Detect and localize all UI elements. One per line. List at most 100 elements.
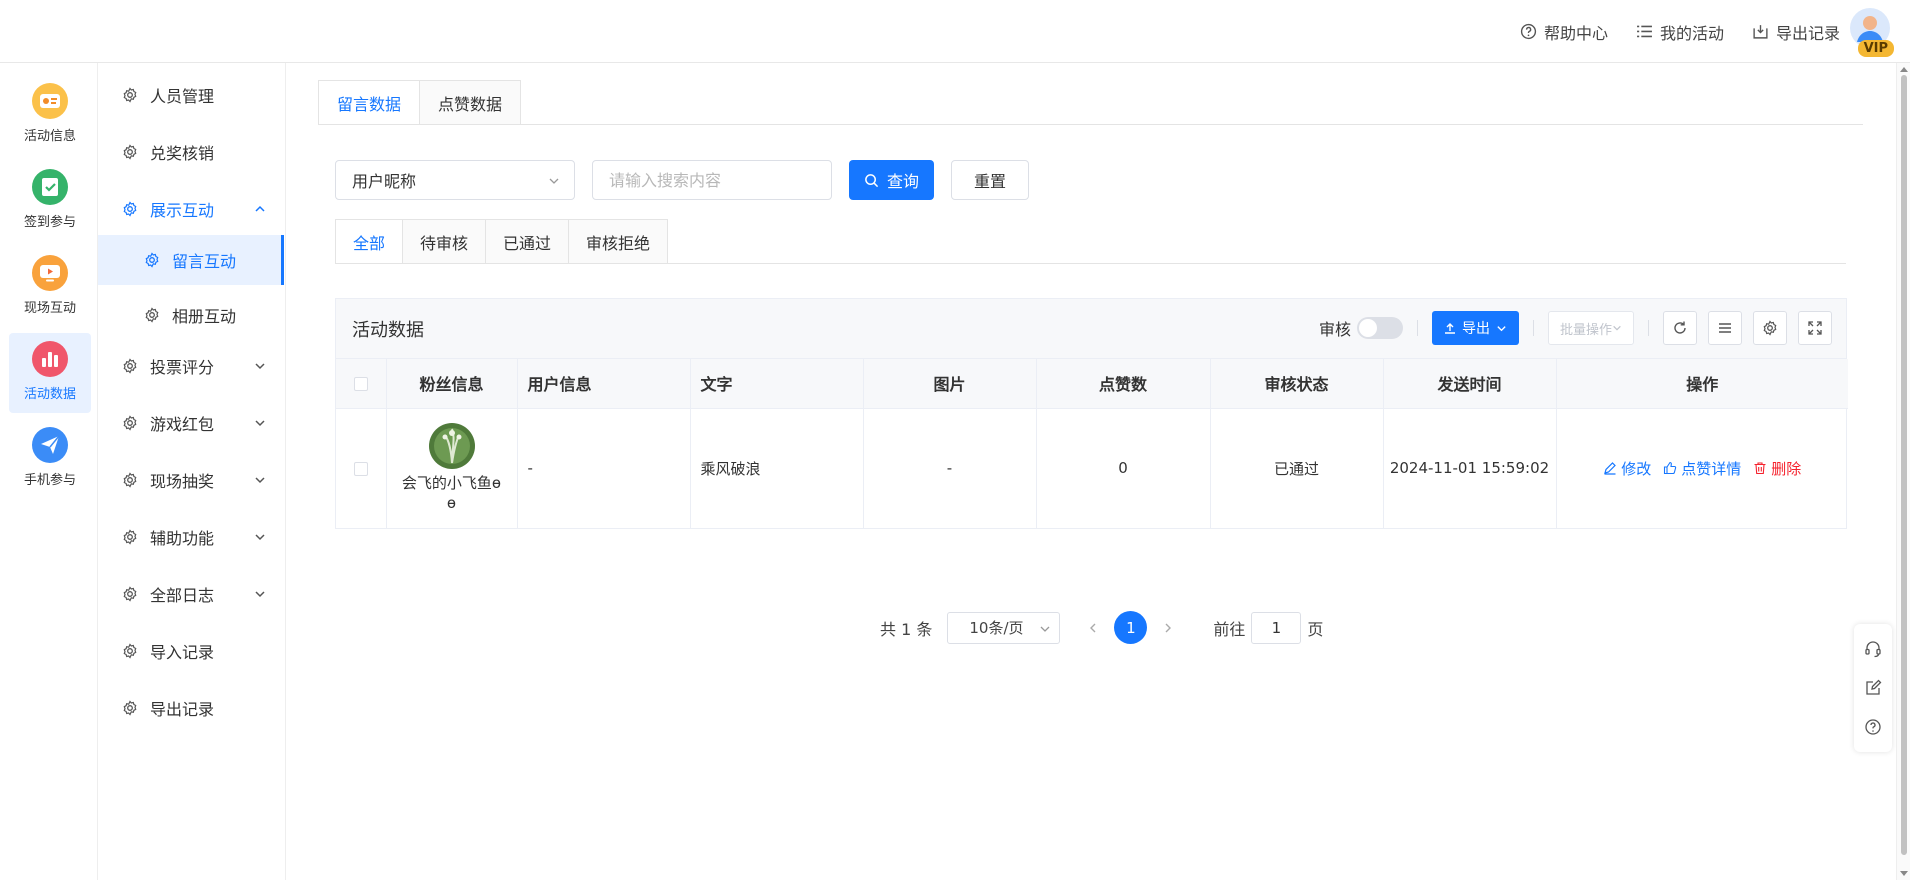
live-interaction-icon: [32, 255, 68, 291]
chevron-up-icon: [255, 205, 265, 212]
tab-like-data[interactable]: 点赞数据: [420, 80, 522, 125]
like-detail-button[interactable]: 点赞详情: [1663, 458, 1741, 479]
goto-prefix: 前往: [1213, 619, 1246, 639]
audit-switch-label: 审核: [1318, 320, 1351, 339]
chevron-down-icon: [1497, 325, 1506, 331]
gear-icon: [145, 307, 159, 323]
panel-title: 活动数据: [352, 319, 424, 341]
gear-icon: [123, 415, 137, 431]
floating-toolbar: [1854, 624, 1892, 752]
prev-page-button[interactable]: [1078, 622, 1108, 634]
scroll-down-arrow[interactable]: [1900, 871, 1908, 876]
gear-icon: [1763, 320, 1777, 336]
export-button[interactable]: 导出: [1431, 311, 1519, 345]
tab-message-data[interactable]: 留言数据: [318, 80, 421, 125]
rail-item-live-interaction[interactable]: 现场互动: [9, 247, 91, 327]
page-number-current[interactable]: 1: [1114, 611, 1148, 644]
tab-all[interactable]: 全部: [335, 219, 404, 264]
gear-icon: [123, 586, 137, 602]
goto-page-input[interactable]: [1251, 611, 1302, 644]
likes-cell: 0: [1036, 408, 1211, 528]
page-scrollbar[interactable]: [1896, 63, 1910, 880]
page-size-select[interactable]: 10条/页: [947, 611, 1061, 644]
operations-cell: 修改 点赞详情 删除: [1556, 408, 1848, 528]
table-header-row: 粉丝信息 用户信息 文字 图片 点赞数 审核状态 发送时间 操作: [336, 359, 1848, 409]
main-content: 留言数据 点赞数据 用户昵称 查询 重置 全部 待审核 已通过 审核拒绝 活动数…: [287, 63, 1910, 880]
menu-item-label: 留言互动: [172, 252, 237, 271]
chevron-down-icon: [255, 591, 265, 598]
feedback-edit-icon[interactable]: [1864, 679, 1882, 697]
my-activities-link[interactable]: 我的活动: [1636, 20, 1724, 44]
fan-nickname: 会飞的小飞鱼ɵ ɵ: [401, 474, 502, 513]
rail-item-mobile[interactable]: 手机参与: [9, 419, 91, 499]
gear-icon: [123, 358, 137, 374]
rail-item-activity-data[interactable]: 活动数据: [9, 333, 91, 413]
gear-icon: [123, 643, 137, 659]
select-all-checkbox[interactable]: [353, 377, 368, 392]
menu-item-lottery[interactable]: 现场抽奖: [98, 457, 284, 503]
column-header: 审核状态: [1210, 359, 1384, 409]
rail-item-activity-info[interactable]: 活动信息: [9, 75, 91, 155]
help-circle-icon[interactable]: [1864, 718, 1882, 736]
menu-item-display-interaction[interactable]: 展示互动: [98, 186, 284, 232]
trash-icon: [1754, 462, 1766, 475]
batch-operation-button[interactable]: 批量操作: [1547, 311, 1634, 345]
density-button[interactable]: [1708, 311, 1742, 345]
goto-suffix: 页: [1307, 619, 1324, 639]
paper-plane-icon: [32, 427, 68, 463]
next-page-button[interactable]: [1153, 622, 1183, 634]
edit-button[interactable]: 修改: [1603, 458, 1651, 479]
search-field-select[interactable]: 用户昵称: [335, 160, 575, 200]
column-header: 图片: [863, 359, 1037, 409]
refresh-button[interactable]: [1663, 311, 1697, 345]
edit-icon: [1604, 462, 1617, 475]
menu-item-personnel[interactable]: 人员管理: [98, 72, 284, 118]
rail-item-label: 签到参与: [23, 215, 76, 230]
headset-icon[interactable]: [1864, 640, 1882, 658]
delete-button[interactable]: 删除: [1753, 458, 1801, 479]
menu-item-redeem[interactable]: 兑奖核销: [98, 129, 284, 175]
column-settings-button[interactable]: [1753, 311, 1787, 345]
top-nav: 帮助中心 我的活动 导出记录: [1520, 0, 1840, 63]
my-activities-label: 我的活动: [1659, 23, 1724, 43]
reset-button[interactable]: 重置: [951, 160, 1030, 200]
rail-item-checkin[interactable]: 签到参与: [9, 161, 91, 241]
text-cell: 乘风破浪: [690, 408, 864, 528]
column-header: 用户信息: [517, 359, 691, 409]
chevron-left-icon: [1090, 623, 1096, 632]
scrollbar-thumb[interactable]: [1901, 75, 1907, 855]
audit-status-tabs: 全部 待审核 已通过 审核拒绝: [335, 219, 669, 264]
fullscreen-button[interactable]: [1798, 311, 1832, 345]
menu-item-import-records[interactable]: 导入记录: [98, 628, 284, 674]
bar-chart-icon: [32, 341, 68, 377]
menu-item-label: 导入记录: [150, 643, 215, 662]
scroll-up-arrow[interactable]: [1900, 67, 1908, 72]
row-checkbox[interactable]: [353, 461, 368, 476]
menu-item-auxiliary[interactable]: 辅助功能: [98, 514, 284, 560]
tab-pending[interactable]: 待审核: [403, 219, 487, 264]
menu-item-album-interaction[interactable]: 相册互动: [98, 290, 284, 340]
export-records-label: 导出记录: [1775, 23, 1840, 43]
export-records-link[interactable]: 导出记录: [1752, 20, 1840, 44]
total-count: 共 1 条: [880, 619, 933, 639]
menu-item-message-interaction[interactable]: 留言互动: [98, 235, 284, 285]
menu-item-game-redpacket[interactable]: 游戏红包: [98, 400, 284, 446]
menu-item-label: 展示互动: [150, 201, 215, 220]
menu-item-all-logs[interactable]: 全部日志: [98, 571, 284, 617]
audit-switch[interactable]: [1356, 317, 1403, 339]
menu-item-export-records[interactable]: 导出记录: [98, 685, 284, 731]
menu-item-voting[interactable]: 投票评分: [98, 343, 284, 389]
panel-toolbar: 审核 导出 批量操作: [1319, 311, 1832, 345]
data-panel: 活动数据 审核 导出 批量操作 粉丝信息 用户信息 文字 图片 点赞数 审核状态…: [335, 298, 1848, 529]
tab-rejected[interactable]: 审核拒绝: [569, 219, 669, 264]
gear-icon: [123, 529, 137, 545]
tab-approved[interactable]: 已通过: [486, 219, 570, 264]
query-button[interactable]: 查询: [849, 160, 935, 200]
divider: [1532, 320, 1534, 336]
row-select-cell: [336, 408, 387, 528]
chevron-down-icon: [255, 420, 265, 427]
gear-icon: [123, 144, 137, 160]
help-center-link[interactable]: 帮助中心: [1520, 20, 1608, 44]
search-input[interactable]: [592, 160, 832, 200]
chevron-right-icon: [1165, 623, 1172, 632]
